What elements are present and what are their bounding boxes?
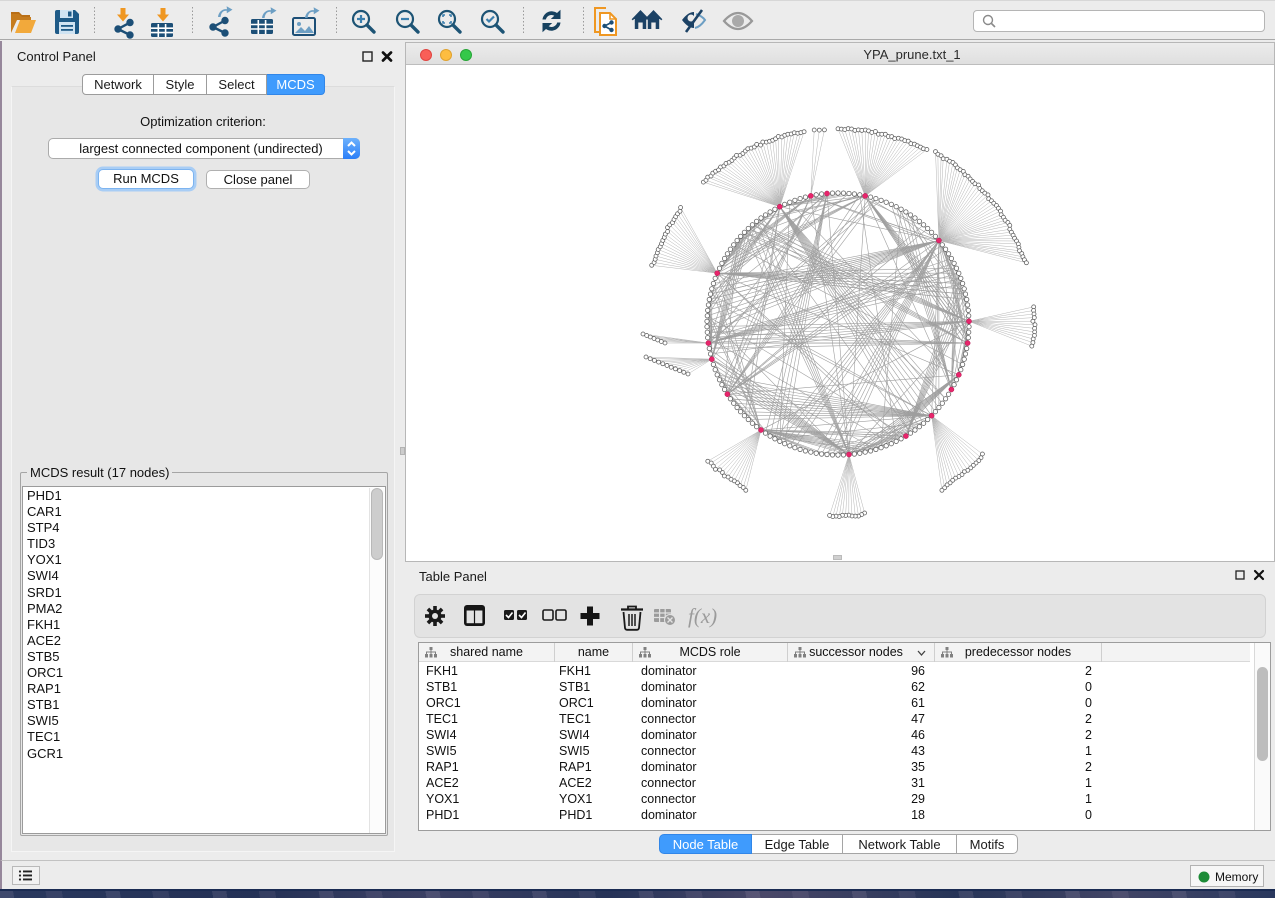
svg-text:f(x): f(x) — [688, 604, 717, 628]
